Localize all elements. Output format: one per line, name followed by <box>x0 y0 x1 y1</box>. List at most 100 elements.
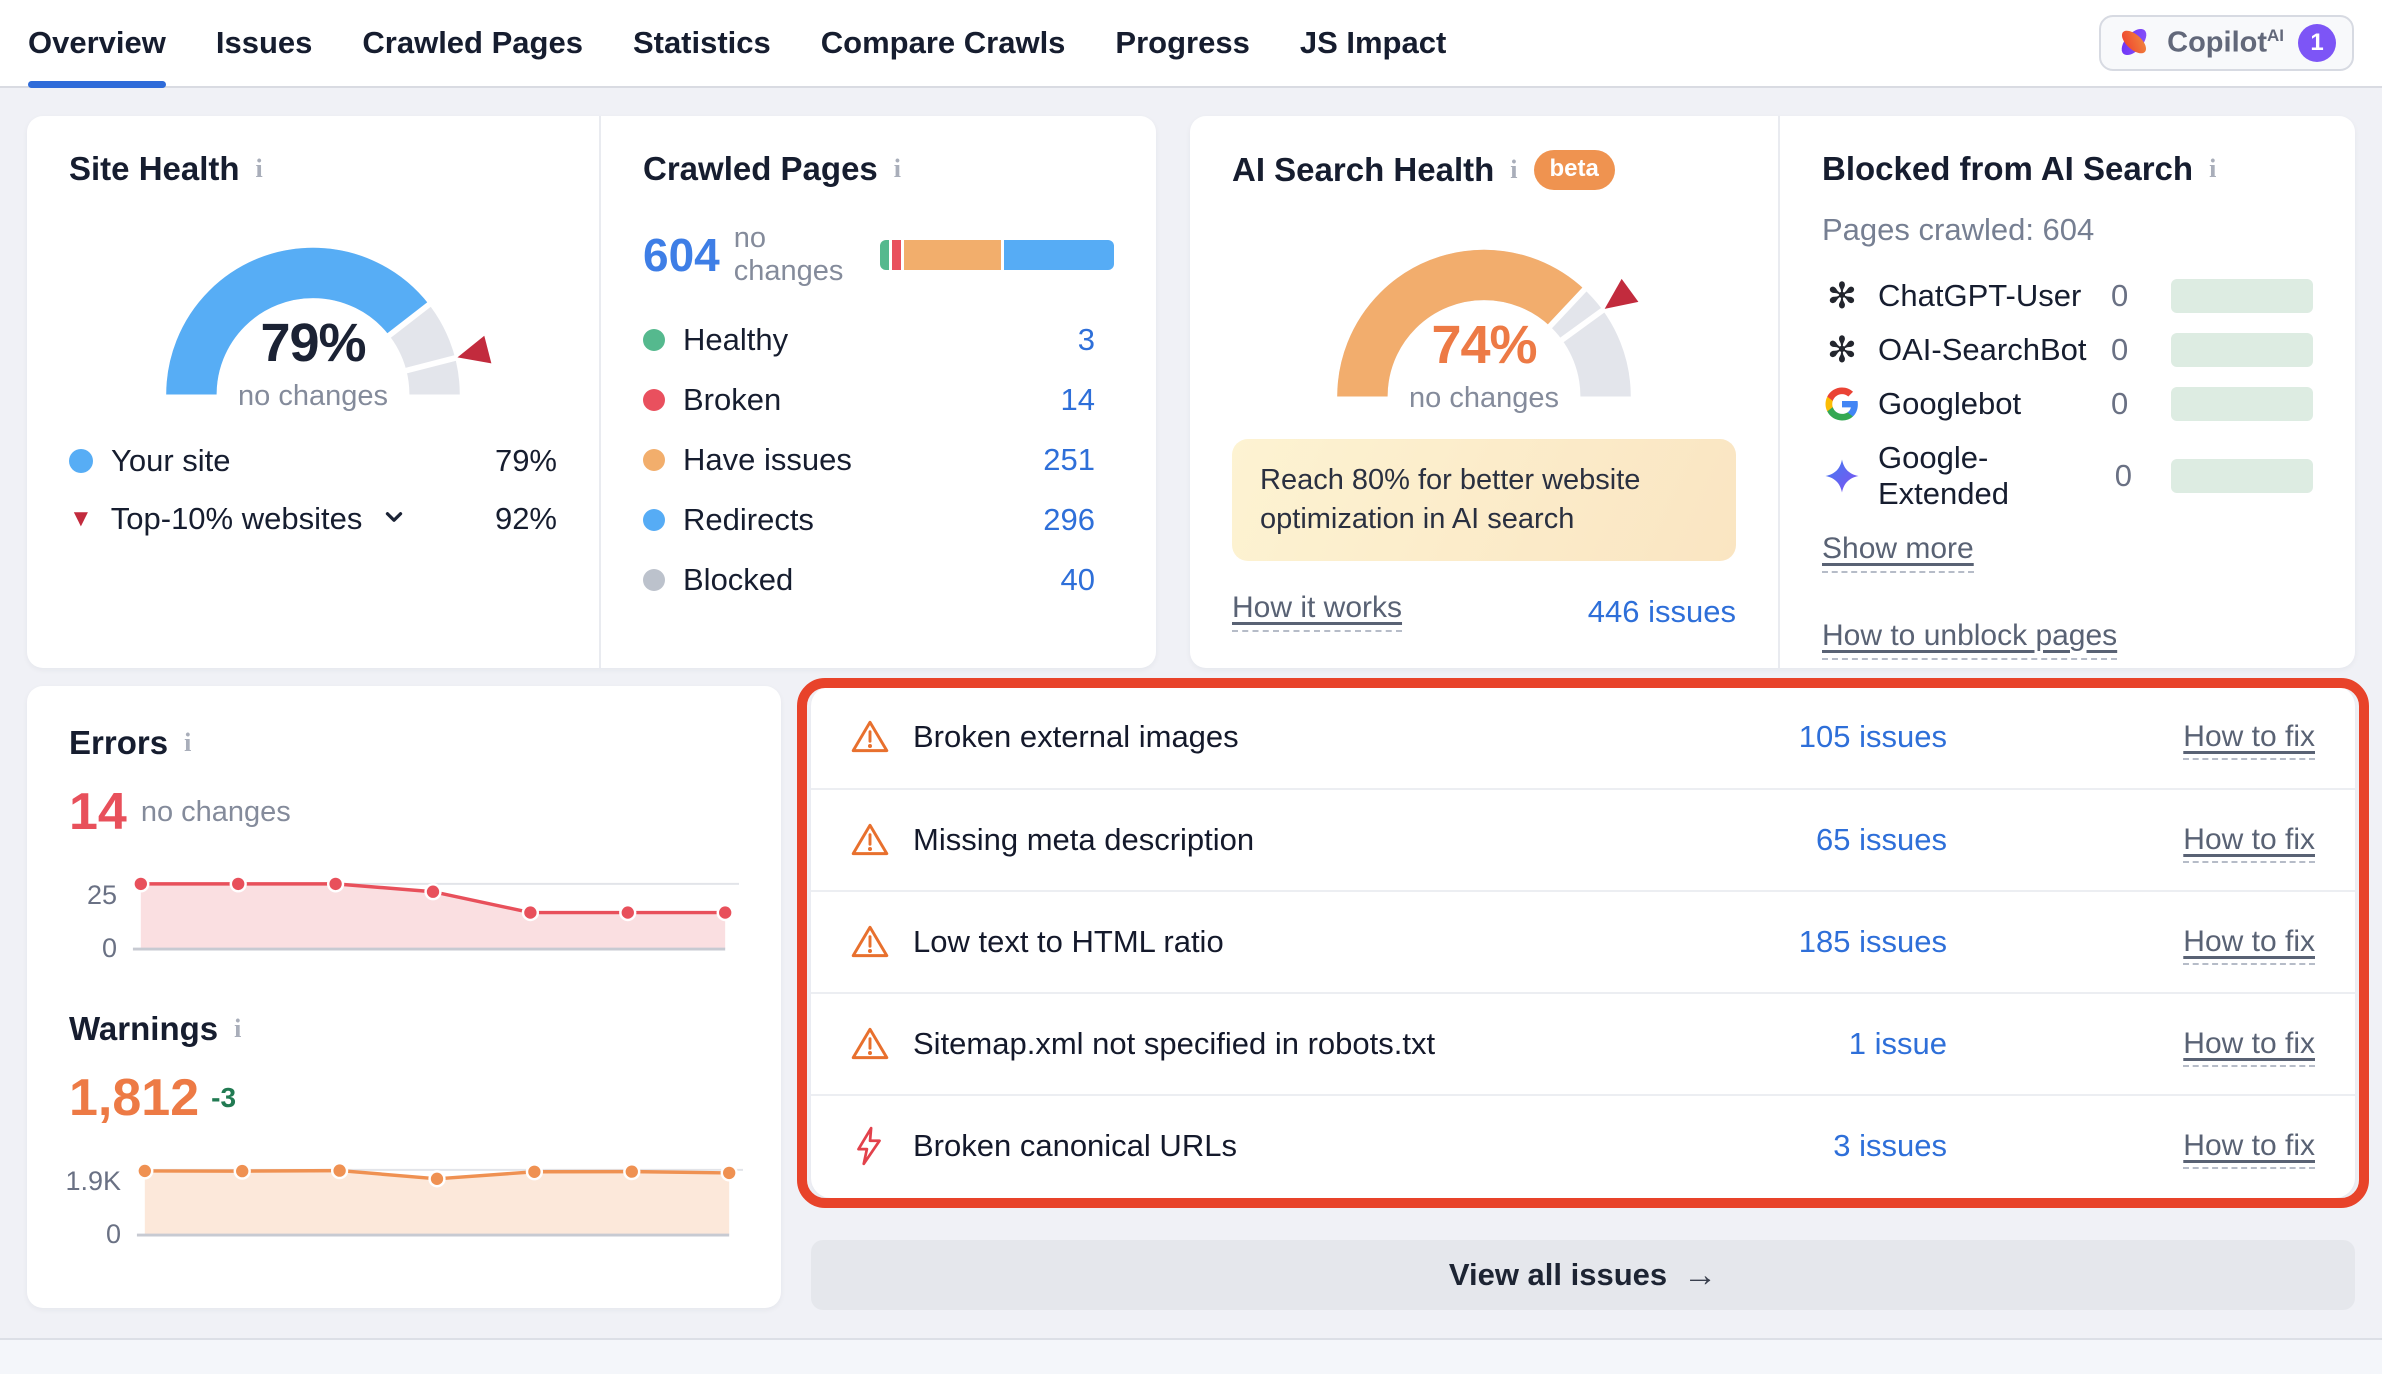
bot-list: ✻ ChatGPT-User 0 ✻ OAI-SearchBot <box>1822 278 2313 512</box>
your-site-value: 79% <box>495 443 557 479</box>
legend-label: Have issues <box>683 442 852 478</box>
bot-name: Googlebot <box>1878 386 2021 422</box>
errors-ymax-label: 25 <box>87 880 117 911</box>
tab[interactable]: Progress <box>1115 0 1249 86</box>
show-more-link[interactable]: Show more <box>1822 532 1974 573</box>
tab[interactable]: Crawled Pages <box>362 0 583 86</box>
warnings-change: -3 <box>211 1082 236 1114</box>
ai-search-gauge: 74% no changes <box>1294 216 1674 411</box>
issue-row[interactable]: Low text to HTML ratio 185 issues How to… <box>811 890 2355 992</box>
issue-row[interactable]: Broken external images 105 issues How to… <box>811 686 2355 788</box>
legend-row-top10[interactable]: ▼ Top-10% websites 92% <box>69 501 557 537</box>
warnings-trend-chart[interactable]: 1.9K 0 <box>69 1154 739 1252</box>
warnings-title: Warnings <box>69 1010 218 1048</box>
info-icon[interactable]: i <box>2209 154 2216 184</box>
info-icon[interactable]: i <box>894 154 901 184</box>
top-tab-bar: Overview Issues Crawled Pages Statistics Com… <box>0 0 2382 88</box>
top-issues-panel: Broken external images 105 issues How to… <box>811 686 2355 1198</box>
bot-blocked-bar <box>2171 387 2313 421</box>
openai-icon: ✻ <box>1822 332 1862 368</box>
how-to-fix-link[interactable]: How to fix <box>2183 925 2315 965</box>
bot-blocked-bar <box>2171 459 2313 493</box>
legend-count-link[interactable]: 296 <box>1043 502 1095 538</box>
copilot-label: CopilotAI <box>2167 26 2284 60</box>
issue-count-link[interactable]: 3 issues <box>1687 1128 1947 1164</box>
ai-search-health-section: AI Search Health i beta 74% no changes R… <box>1190 116 1778 668</box>
site-health-gauge: 79% no changes <box>123 214 503 409</box>
your-site-label: Your site <box>111 443 231 479</box>
legend-count-link[interactable]: 251 <box>1043 442 1095 478</box>
legend-dot <box>643 569 665 591</box>
legend-count-link[interactable]: 3 <box>1078 322 1095 358</box>
issue-row[interactable]: Missing meta description 65 issues How t… <box>811 788 2355 890</box>
crawled-total[interactable]: 604 <box>643 228 720 282</box>
legend-count-link[interactable]: 14 <box>1061 382 1095 418</box>
info-icon[interactable]: i <box>184 728 191 758</box>
legend-label: Broken <box>683 382 781 418</box>
how-to-fix-link[interactable]: How to fix <box>2183 1027 2315 1067</box>
ai-search-title: AI Search Health <box>1232 151 1494 189</box>
how-to-fix-link[interactable]: How to fix <box>2183 720 2315 760</box>
legend-row-your-site: Your site 79% <box>69 443 557 479</box>
site-audit-overview-page: Overview Issues Crawled Pages Statistics Com… <box>0 0 2382 1374</box>
issue-count-link[interactable]: 185 issues <box>1687 924 1947 960</box>
info-icon[interactable]: i <box>234 1014 241 1044</box>
bot-row: Googlebot 0 <box>1822 386 2313 422</box>
site-health-value: 79% <box>123 312 503 374</box>
bot-row: Google-Extended 0 <box>1822 440 2313 512</box>
bot-row: ✻ OAI-SearchBot 0 <box>1822 332 2313 368</box>
ai-search-change: no changes <box>1294 382 1674 415</box>
tab[interactable]: Overview <box>28 0 166 86</box>
summary-row: Site Health i 79% no changes Your s <box>27 116 2355 668</box>
bot-name: Google-Extended <box>1878 440 2099 512</box>
ai-search-card: AI Search Health i beta 74% no changes R… <box>1190 116 2355 668</box>
how-to-unblock-link[interactable]: How to unblock pages <box>1822 619 2117 660</box>
crawled-legend-row: Broken 14 <box>643 382 1095 418</box>
info-icon[interactable]: i <box>256 154 263 184</box>
issue-count-link[interactable]: 1 issue <box>1687 1026 1947 1062</box>
legend-label: Healthy <box>683 322 788 358</box>
bot-blocked-bar <box>2171 279 2313 313</box>
warnings-count: 1,812 <box>69 1068 199 1128</box>
crawled-legend-row: Redirects 296 <box>643 502 1095 538</box>
info-icon[interactable]: i <box>1510 155 1517 185</box>
how-to-fix-link[interactable]: How to fix <box>2183 823 2315 863</box>
legend-count-link[interactable]: 40 <box>1061 562 1095 598</box>
site-health-section: Site Health i 79% no changes Your s <box>27 116 599 668</box>
tab[interactable]: Compare Crawls <box>821 0 1066 86</box>
pages-crawled-label: Pages crawled: 604 <box>1822 212 2313 248</box>
tab[interactable]: Statistics <box>633 0 771 86</box>
legend-dot <box>643 329 665 351</box>
how-to-fix-link[interactable]: How to fix <box>2183 1129 2315 1169</box>
bolt-icon <box>849 1125 893 1167</box>
issue-row[interactable]: Sitemap.xml not specified in robots.txt … <box>811 992 2355 1094</box>
bar-segment <box>880 240 889 270</box>
issue-row[interactable]: Broken canonical URLs 3 issues How to fi… <box>811 1094 2355 1196</box>
beta-badge: beta <box>1534 150 1615 190</box>
ai-issues-link[interactable]: 446 issues <box>1588 594 1736 630</box>
errors-trend-chart[interactable]: 25 0 <box>69 868 739 966</box>
how-it-works-link[interactable]: How it works <box>1232 591 1402 632</box>
bot-blocked-bar <box>2171 333 2313 367</box>
crawled-pages-stacked-bar[interactable] <box>880 240 1114 270</box>
crawled-change: no changes <box>734 222 880 288</box>
view-all-issues-button[interactable]: View all issues → <box>811 1240 2355 1310</box>
issue-count-link[interactable]: 105 issues <box>1687 719 1947 755</box>
openai-icon: ✻ <box>1822 278 1862 314</box>
blocked-from-ai-section: Blocked from AI Search i Pages crawled: … <box>1780 116 2355 668</box>
tab[interactable]: JS Impact <box>1300 0 1446 86</box>
your-site-dot <box>69 449 93 473</box>
crawled-pages-title: Crawled Pages <box>643 150 878 188</box>
warnings-ymin-label: 0 <box>106 1219 121 1250</box>
tab[interactable]: Issues <box>216 0 313 86</box>
benchmark-triangle-icon: ▼ <box>69 505 93 533</box>
copilot-button[interactable]: CopilotAI 1 <box>2099 15 2354 71</box>
ai-search-value: 74% <box>1294 314 1674 376</box>
site-health-change: no changes <box>123 380 503 413</box>
errors-warnings-card: Errors i 14 no changes 25 0 Warning <box>27 686 781 1308</box>
issue-count-link[interactable]: 65 issues <box>1687 822 1947 858</box>
chevron-down-icon[interactable] <box>382 501 406 537</box>
bar-segment <box>904 240 1001 270</box>
errors-change: no changes <box>141 796 291 829</box>
blocked-ai-title: Blocked from AI Search <box>1822 150 2193 188</box>
